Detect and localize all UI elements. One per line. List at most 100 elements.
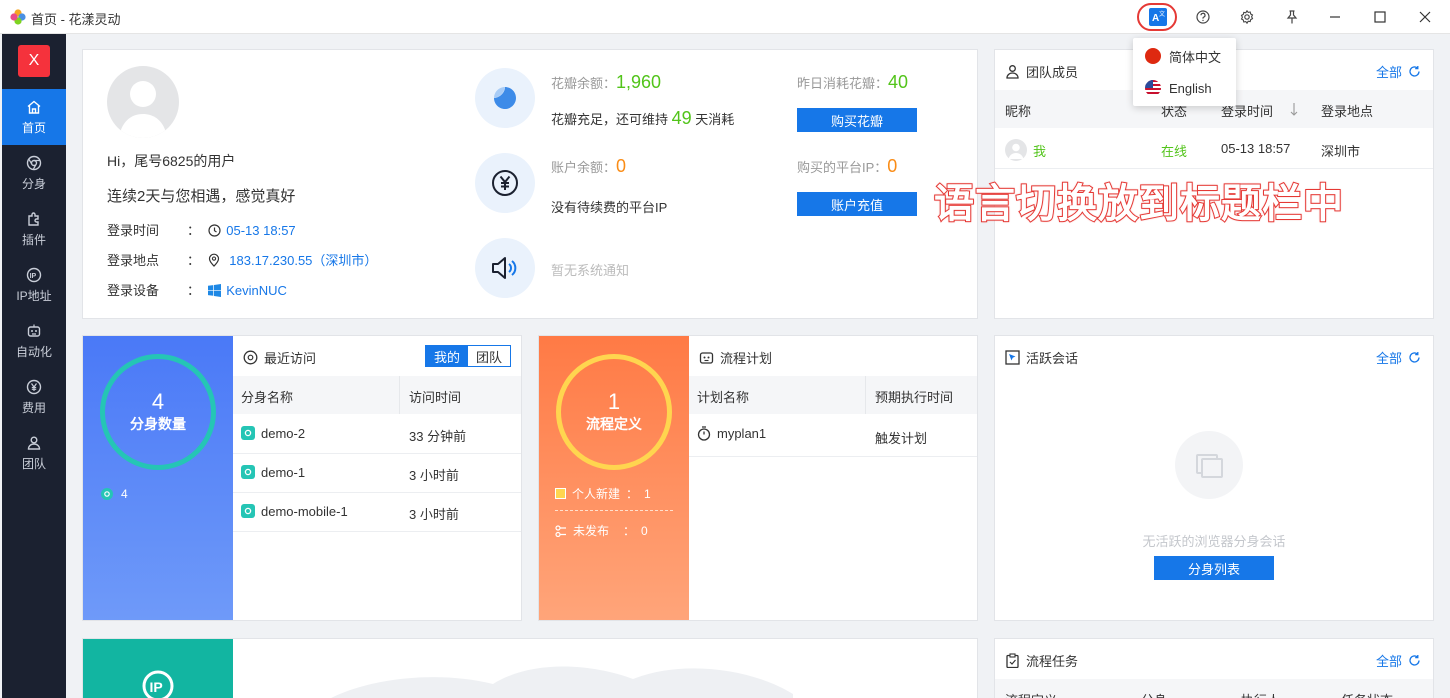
speaker-icon	[492, 257, 517, 279]
sessions-card-title: 活跃会话	[1005, 348, 1078, 367]
active-sessions-card: 活跃会话 全部 无活跃的浏览器分身会话 分身列表	[994, 335, 1434, 621]
flow-icon	[555, 524, 566, 537]
title-bar: 首页 - 花漾灵动 A 文	[0, 0, 1450, 34]
recharge-button[interactable]: 账户充值	[797, 192, 917, 216]
chrome-icon	[26, 155, 42, 170]
language-menu: 简体中文 English	[1133, 38, 1236, 106]
help-icon	[1196, 10, 1210, 24]
gear-icon	[1240, 10, 1254, 24]
square-icon	[555, 488, 566, 499]
world-map-image	[233, 639, 977, 698]
windows-icon	[207, 284, 221, 297]
sidebar-item-home[interactable]: 首页	[2, 89, 66, 145]
minimize-button[interactable]	[1312, 0, 1358, 34]
flow-table-header: 计划名称 预期执行时间	[689, 376, 977, 414]
default-avatar-icon	[119, 81, 167, 138]
avatar[interactable]	[107, 66, 179, 138]
recent-visits-toggle: 我的 团队	[425, 345, 511, 367]
sidebar-item-billing[interactable]: 费用	[2, 369, 66, 425]
sidebar-item-ip[interactable]: IP IP地址	[2, 257, 66, 313]
window-title: 首页 - 花漾灵动	[31, 12, 121, 27]
clock-icon	[208, 224, 221, 237]
yesterday-consumption-row: 昨日消耗花瓣：40	[797, 72, 909, 92]
login-time-row: 登录时间： 05-13 18:57	[107, 223, 296, 238]
greeting-subtext: 连续2天与您相遇，感觉真好	[107, 188, 296, 205]
china-flag-icon	[1145, 48, 1161, 64]
table-row[interactable]: demo-1 3 小时前	[233, 454, 521, 493]
recent-visits-title: 最近访问	[243, 348, 316, 367]
table-row[interactable]: demo-2 33 分钟前	[233, 415, 521, 454]
refresh-icon	[1409, 352, 1420, 363]
buy-petals-button[interactable]: 购买花瓣	[797, 108, 917, 132]
account-balance-row: 账户余额：0	[551, 156, 627, 176]
petal-balance-row: 花瓣余额：1,960	[551, 72, 662, 92]
flow-card: 1 流程定义 个人新建 ： 1 未发布 ： 0 流程计划 计划名称 预期执行时间…	[538, 335, 978, 621]
refresh-icon	[1409, 66, 1420, 77]
team-icon	[27, 436, 41, 450]
flow-plan-title: 流程计划	[699, 348, 772, 367]
home-icon	[27, 100, 41, 114]
tasks-card-title: 流程任务	[1005, 651, 1078, 670]
profiles-count-ring[interactable]: 4 分身数量	[100, 354, 216, 470]
sessions-all-link[interactable]: 全部	[1376, 348, 1421, 367]
pin-button[interactable]	[1269, 0, 1315, 34]
sidebar-item-team[interactable]: 团队	[2, 425, 66, 481]
refresh-icon	[1409, 655, 1420, 666]
flow-personal-row: 个人新建 ： 1	[555, 485, 651, 502]
us-flag-icon	[1145, 80, 1161, 96]
profiles-small-count: 4	[101, 487, 128, 501]
profile-list-button[interactable]: 分身列表	[1154, 556, 1274, 580]
pin-icon	[1286, 10, 1298, 24]
sidebar-item-automation[interactable]: 自动化	[2, 313, 66, 369]
sidebar-logo-badge[interactable]: X	[18, 45, 50, 77]
ip-summary-panel: IP	[83, 639, 233, 698]
sort-icon[interactable]	[1289, 102, 1299, 116]
sidebar-item-plugins[interactable]: 插件	[2, 201, 66, 257]
cursor-window-icon	[1005, 350, 1020, 365]
chrome-icon	[241, 465, 255, 479]
tab-team[interactable]: 团队	[468, 346, 510, 366]
svg-text:IP: IP	[150, 679, 163, 695]
sidebar-item-profiles[interactable]: 分身	[2, 145, 66, 201]
chrome-icon	[101, 488, 113, 500]
robot-icon	[699, 352, 714, 364]
annotation-text: 语言切换放到标题栏中	[933, 181, 1344, 227]
language-option-en[interactable]: English	[1133, 72, 1236, 104]
notice-badge	[475, 238, 535, 298]
chrome-icon	[241, 504, 255, 518]
yen-coin-icon	[492, 170, 518, 196]
svg-text:IP: IP	[30, 273, 37, 280]
avatar	[1005, 139, 1027, 161]
svg-text:文: 文	[1159, 10, 1165, 18]
table-row[interactable]: myplan1 触发计划	[689, 415, 977, 457]
maximize-button[interactable]	[1357, 0, 1403, 34]
flow-tasks-card: 流程任务 全部 流程定义 分身 执行人 任务状态	[994, 638, 1434, 698]
settings-button[interactable]	[1224, 0, 1270, 34]
petal-balance-badge	[475, 68, 535, 128]
table-row[interactable]: 我 在线 05-13 18:57 深圳市	[995, 130, 1433, 169]
bought-ip-row: 购买的平台IP：0	[797, 156, 898, 176]
login-place-row: 登录地点： 183.17.230.55（深圳市）	[107, 253, 378, 268]
tasks-all-link[interactable]: 全部	[1376, 651, 1421, 670]
help-button[interactable]	[1180, 0, 1226, 34]
language-switch-button[interactable]: A 文	[1135, 0, 1181, 34]
login-device-row: 登录设备： KevinNUC	[107, 283, 287, 298]
ip-icon: IP	[142, 670, 174, 698]
tab-mine[interactable]: 我的	[426, 346, 468, 366]
petal-icon	[494, 87, 516, 109]
flow-count-ring[interactable]: 1 流程定义	[556, 354, 672, 470]
greeting-text: Hi，尾号6825的用户	[107, 153, 236, 169]
ip-card: IP	[82, 638, 978, 698]
language-option-zh[interactable]: 简体中文	[1133, 40, 1236, 72]
profiles-summary-panel: 4 分身数量 4	[83, 336, 233, 620]
puzzle-icon	[28, 211, 39, 226]
tasks-table-header: 流程定义 分身 执行人 任务状态	[995, 679, 1433, 698]
petal-status-text: 花瓣充足，还可维持 49 天消耗	[551, 108, 735, 128]
profiles-card: 4 分身数量 4 最近访问 我的 团队 分身名称 访问时间 demo-2 33 …	[82, 335, 522, 621]
close-window-button[interactable]	[1402, 0, 1448, 34]
table-row[interactable]: demo-mobile-1 3 小时前	[233, 493, 521, 532]
translate-icon: A 文	[1149, 8, 1167, 26]
team-icon	[1006, 65, 1019, 79]
team-all-link[interactable]: 全部	[1376, 62, 1421, 81]
close-icon	[1419, 11, 1431, 23]
